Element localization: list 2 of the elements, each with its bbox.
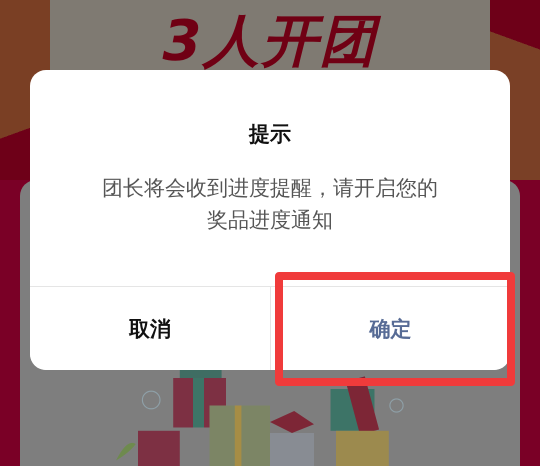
dialog-title: 提示: [248, 121, 292, 148]
dialog-message: 团长将会收到进度提醒，请开启您的奖品进度通知: [101, 175, 439, 234]
